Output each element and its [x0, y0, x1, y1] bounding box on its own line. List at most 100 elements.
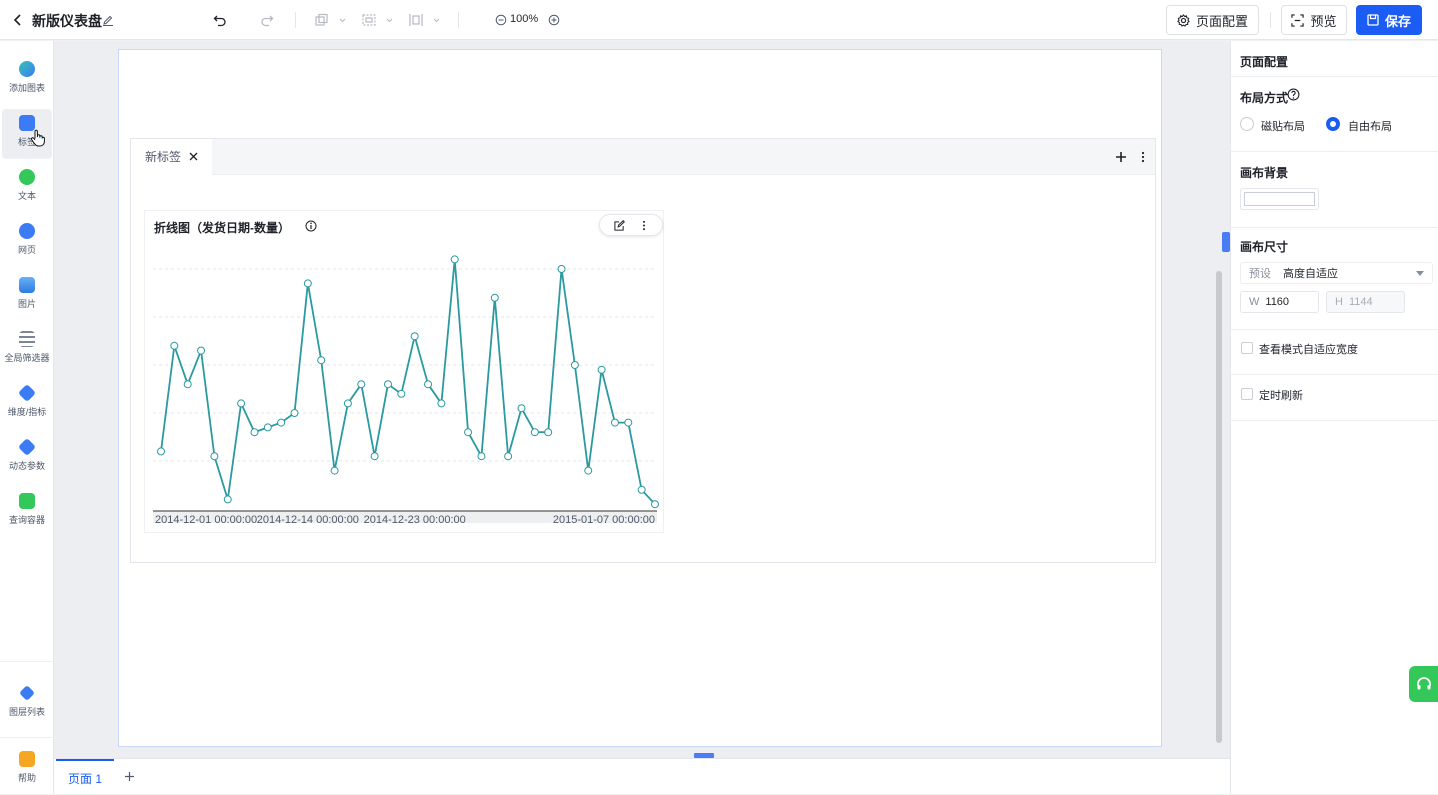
add-chart-icon [19, 61, 35, 77]
refresh-label: 定时刷新 [1259, 390, 1303, 402]
panel-divider [1231, 227, 1438, 228]
param-icon [17, 437, 37, 457]
h-label: H [1335, 296, 1343, 308]
page-tab-1[interactable]: 页面 1 [56, 759, 114, 795]
refresh-checkbox[interactable] [1241, 388, 1253, 400]
data-point [424, 380, 433, 389]
sidebar-item-global-filter[interactable]: 全局筛选器 [2, 325, 52, 375]
sidebar-item-text[interactable]: 文本 [2, 163, 52, 213]
redo-icon[interactable] [257, 10, 277, 30]
vertical-scrollbar[interactable] [1216, 271, 1222, 743]
page-tabs-bar: 页面 1 [54, 758, 1230, 794]
radio-free-layout[interactable] [1326, 117, 1340, 131]
save-button[interactable]: 保存 [1356, 5, 1422, 35]
tile-layout-label: 磁贴布局 [1261, 121, 1305, 133]
background-color-picker[interactable] [1240, 188, 1319, 210]
sidebar-item-label: 文本 [17, 191, 36, 201]
zoom-level: 100% [510, 13, 539, 25]
preset-select[interactable]: 预设 高度自适应 [1240, 262, 1433, 284]
group-icon[interactable] [360, 10, 396, 30]
close-icon[interactable] [189, 152, 198, 161]
data-point [624, 418, 633, 427]
data-point [490, 293, 499, 302]
data-point [317, 356, 326, 365]
data-point [410, 332, 419, 341]
data-point [250, 428, 259, 437]
h-value: 1144 [1348, 296, 1373, 308]
add-page-icon[interactable] [120, 767, 138, 785]
data-point [530, 428, 539, 437]
data-point [584, 466, 593, 475]
component-sidebar: 添加图表 标签 文本 网页 图片 全局筛选器 维度/指标 动态参数 查询容器 图… [0, 41, 54, 794]
width-input[interactable]: W 1160 [1240, 291, 1319, 313]
radio-tile-layout[interactable] [1240, 117, 1254, 131]
data-point [357, 380, 366, 389]
data-point [303, 279, 312, 288]
preview-button[interactable]: 预览 [1281, 5, 1347, 35]
sidebar-item-label: 添加图表 [8, 83, 45, 93]
data-point [437, 399, 446, 408]
sidebar-item-image[interactable]: 图片 [2, 271, 52, 321]
query-icon [19, 493, 35, 509]
sidebar-item-label: 动态参数 [8, 461, 45, 471]
sidebar-item-add-chart[interactable]: 添加图表 [2, 55, 52, 105]
sidebar-item-dimension[interactable]: 维度/指标 [2, 379, 52, 429]
line-chart-card[interactable]: 折线图（发货日期-数量） 2014-12-01 00:00:00 2014-12-… [144, 210, 664, 533]
data-point [343, 399, 352, 408]
data-point [504, 452, 513, 461]
adaptive-width-checkbox[interactable] [1241, 342, 1253, 354]
free-layout-label: 自由布局 [1348, 121, 1392, 133]
undo-icon[interactable] [210, 10, 230, 30]
data-point [651, 500, 659, 509]
zoom-out-icon[interactable] [494, 10, 508, 30]
x-tick-label: 2015-01-07 00:00:00 [553, 514, 655, 526]
page-tab-label: 页面 1 [67, 771, 102, 786]
zoom-in-icon[interactable] [547, 10, 561, 30]
sidebar-divider [0, 737, 54, 738]
sidebar-item-label: 维度/指标 [7, 407, 47, 417]
align-icon[interactable] [407, 10, 443, 30]
page-config-button[interactable]: 页面配置 [1166, 5, 1259, 35]
data-point [290, 409, 299, 417]
layout-label: 布局方式 [1240, 91, 1289, 105]
text-icon [19, 169, 35, 185]
data-point [464, 428, 473, 437]
help-book-icon [19, 751, 35, 767]
resize-handle-right[interactable] [1222, 232, 1230, 252]
headset-icon [1416, 677, 1431, 690]
sidebar-divider [0, 661, 54, 662]
data-point [170, 341, 179, 350]
toolbar-divider [1270, 12, 1271, 28]
size-label: 画布尺寸 [1240, 240, 1289, 254]
edit-title-icon[interactable] [100, 12, 116, 28]
panel-divider [1231, 329, 1438, 330]
canvas-area: 新标签 折线图（发货日期-数量） 2014-12-01 00:00:00 2014… [54, 41, 1230, 758]
panel-divider [1231, 76, 1438, 77]
preset-value: 高度自适应 [1283, 268, 1338, 280]
copy-icon[interactable] [313, 10, 349, 30]
tab-new[interactable]: 新标签 [131, 138, 213, 175]
canvas[interactable]: 新标签 折线图（发货日期-数量） 2014-12-01 00:00:00 2014… [118, 49, 1230, 758]
sidebar-item-tag[interactable]: 标签 [2, 109, 52, 159]
tab-container[interactable]: 新标签 折线图（发货日期-数量） 2014-12-01 00:00:00 2014… [130, 138, 1156, 563]
back-arrow-icon[interactable] [8, 10, 28, 30]
sidebar-item-web[interactable]: 网页 [2, 217, 52, 267]
panel-divider [1231, 420, 1438, 421]
sidebar-item-help[interactable]: 帮助 [2, 745, 52, 795]
sidebar-item-param[interactable]: 动态参数 [2, 433, 52, 483]
x-tick-label: 2014-12-01 00:00:00 [155, 514, 257, 526]
data-point [370, 452, 379, 461]
panel-title: 页面配置 [1240, 55, 1289, 69]
dimension-icon [17, 383, 37, 403]
preview-label: 预览 [1310, 13, 1337, 29]
layers-icon [19, 685, 35, 701]
data-point [330, 466, 339, 475]
data-point [610, 418, 619, 427]
sidebar-item-layers[interactable]: 图层列表 [2, 679, 52, 729]
data-point [157, 447, 165, 456]
add-tab-icon[interactable] [1115, 151, 1127, 163]
customer-service-button[interactable] [1409, 666, 1438, 702]
help-circle-icon[interactable] [1287, 88, 1300, 101]
more-vertical-icon[interactable] [1140, 151, 1146, 163]
sidebar-item-query[interactable]: 查询容器 [2, 487, 52, 537]
